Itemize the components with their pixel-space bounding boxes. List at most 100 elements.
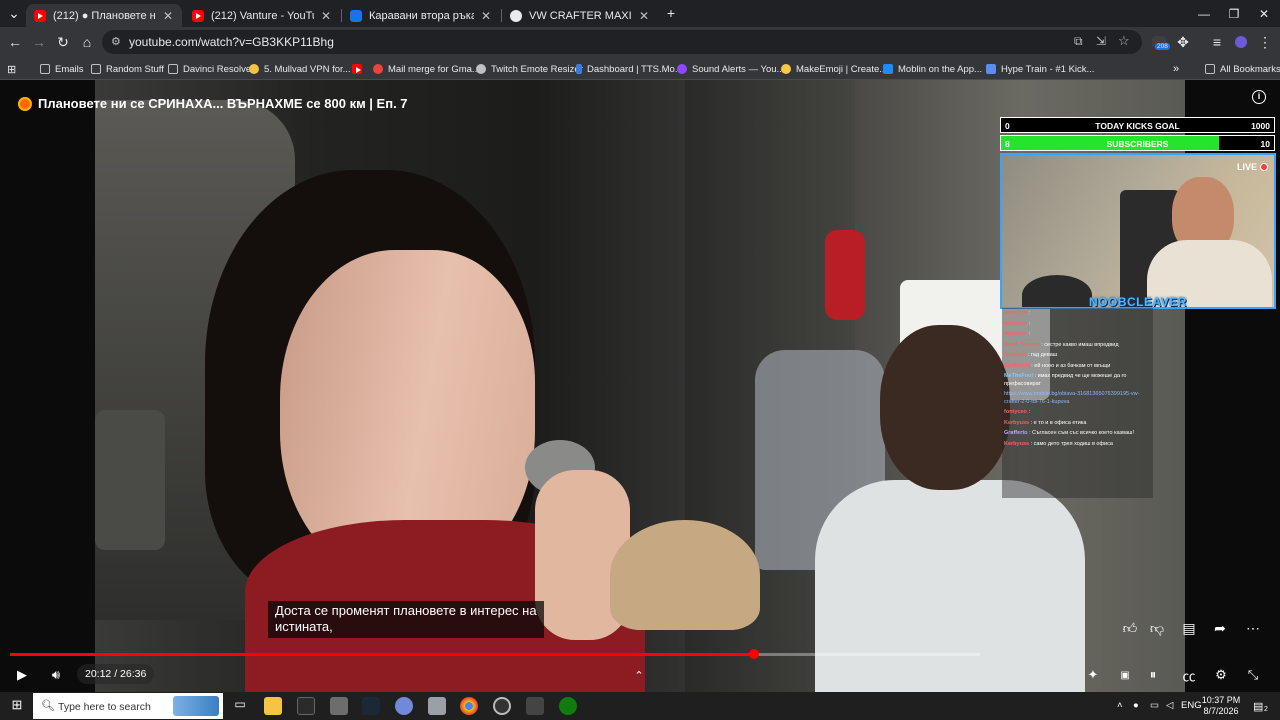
close-window-button[interactable]: ✕	[1247, 0, 1280, 27]
extensions-puzzle-icon[interactable]: ✥	[1172, 31, 1194, 53]
chat-message: fontyceo :	[1002, 407, 1153, 418]
bookmark-davinci[interactable]: Davinci Resolve	[168, 61, 251, 77]
play-button[interactable]: ▶	[12, 665, 32, 685]
forward-arrow-icon[interactable]: →	[28, 31, 50, 53]
notification-icon[interactable]: ▤	[1253, 700, 1263, 713]
bookmark-label: Sound Alerts — You...	[692, 63, 785, 75]
bookmark-moblin[interactable]: Moblin on the App...	[883, 61, 982, 77]
bookmark-tts-dashboard[interactable]: Dashboard | TTS.Mo...	[576, 61, 683, 77]
windows-start-icon[interactable]: ⊞	[8, 697, 26, 715]
video-title[interactable]: Плановете ни се СРИНАХА... ВЪРНАХМЕ се 8…	[20, 96, 408, 111]
dislike-icon[interactable]: 👎︎	[1147, 618, 1167, 638]
new-tab-button[interactable]: +	[660, 2, 682, 24]
bookmark-youtube[interactable]	[352, 61, 367, 77]
tab-caravans[interactable]: Каравани втора ръка и нови ✕	[342, 4, 500, 27]
apps-grid-icon[interactable]: ⊞	[7, 61, 16, 77]
back-arrow-icon[interactable]: ←	[4, 31, 26, 53]
progress-bar[interactable]	[10, 649, 980, 659]
chat-message: fontyceo :	[1002, 319, 1153, 330]
obs-icon[interactable]	[493, 697, 511, 715]
bookmark-star-icon[interactable]: ☆	[1118, 33, 1130, 49]
translate-icon[interactable]: ⧉	[1074, 34, 1083, 49]
url-text: youtube.com/watch?v=GB3KKP11Bhg	[129, 35, 334, 49]
passenger-head	[880, 325, 1010, 490]
tab-vw-crafter[interactable]: VW CRAFTER MAXI STEALTH C ✕	[502, 4, 658, 27]
tray-overflow-icon[interactable]: ˄	[1117, 700, 1123, 711]
discord-icon[interactable]	[395, 697, 413, 715]
taskbar-search[interactable]: 🔍︎ Type here to search	[33, 693, 223, 719]
chrome-icon[interactable]	[460, 697, 478, 715]
app-icon[interactable]	[526, 697, 544, 715]
clock[interactable]: 10:37 PM 8/7/2026	[1196, 695, 1246, 717]
app-icon[interactable]	[428, 697, 446, 715]
emoji-icon	[781, 64, 791, 74]
site-info-icon[interactable]: ⚙	[111, 35, 121, 48]
bookmark-label: Mail merge for Gma...	[388, 63, 480, 75]
volume-tray-icon[interactable]: ◁	[1166, 700, 1173, 711]
video-player[interactable]: Плановете ни се СРИНАХА... ВЪРНАХМЕ се 8…	[0, 80, 1280, 692]
caption-line: Доста се променят плановете в интерес на	[275, 603, 537, 618]
home-icon[interactable]: ⌂	[76, 31, 98, 53]
bookmark-label: Dashboard | TTS.Mo...	[587, 63, 683, 75]
file-explorer-icon[interactable]	[264, 697, 282, 715]
subtitles-icon[interactable]: ㏄	[1179, 665, 1199, 685]
chat-link: https://www.mobile.bg/obiava-31681365076…	[1004, 391, 1140, 405]
more-bookmarks-button[interactable]: »	[1173, 61, 1179, 77]
clock-time: 10:37 PM	[1201, 695, 1241, 705]
bookmark-random-stuff[interactable]: Random Stuff	[91, 61, 164, 77]
app-icon[interactable]	[330, 697, 348, 715]
chat-text: : сестре какво имаш впредвид	[1041, 341, 1119, 348]
chrome-menu-icon[interactable]: ⋮	[1254, 31, 1276, 53]
chevron-up-icon[interactable]: ⌃	[630, 665, 648, 685]
tab-close-icon[interactable]: ✕	[638, 9, 650, 23]
tab-close-icon[interactable]: ✕	[320, 9, 332, 23]
tab-close-icon[interactable]: ✕	[480, 9, 492, 23]
tab-vanture[interactable]: (212) Vanture - YouTube ✕	[184, 4, 340, 27]
miniplayer-icon[interactable]: ▣	[1115, 665, 1135, 685]
settings-gear-icon[interactable]: ⚙	[1211, 665, 1231, 685]
reload-icon[interactable]: ↻	[52, 31, 74, 53]
chat-user: fontyceo	[1004, 310, 1027, 316]
app-icon[interactable]	[297, 697, 315, 715]
bookmark-hype-train[interactable]: Hype Train - #1 Kick...	[986, 61, 1094, 77]
task-view-icon[interactable]: ▭	[231, 697, 249, 715]
tab-close-icon[interactable]: ✕	[162, 9, 174, 23]
install-app-icon[interactable]: ⇲	[1096, 34, 1106, 48]
scrubber-handle[interactable]	[748, 649, 759, 659]
pause-toggle-icon[interactable]: ⏸︎	[1143, 665, 1163, 685]
tab-search-icon[interactable]: ⌄	[3, 2, 25, 24]
comments-icon[interactable]: ▤	[1179, 618, 1199, 638]
share-icon[interactable]: ➦	[1210, 618, 1230, 638]
profile-avatar[interactable]	[1230, 31, 1252, 53]
exit-fullscreen-icon[interactable]: ⤡	[1243, 665, 1263, 685]
like-icon[interactable]: 👍︎	[1120, 618, 1140, 638]
info-icon[interactable]: i	[1252, 90, 1266, 104]
shield-icon	[986, 64, 996, 74]
more-actions-icon[interactable]: ⋯	[1243, 618, 1263, 638]
network-icon[interactable]: ▭	[1150, 700, 1159, 711]
reading-list-icon[interactable]: ≡	[1206, 31, 1228, 53]
live-label: LIVE	[1236, 162, 1257, 172]
microphone-icon[interactable]: ●	[1133, 700, 1139, 711]
ai-sparkle-icon[interactable]: ✦	[1083, 665, 1103, 685]
tab-plans-video[interactable]: (212) ● Плановете ни се ✕	[26, 4, 182, 27]
bookmark-sound-alerts[interactable]: Sound Alerts — You...	[677, 61, 784, 77]
xbox-icon[interactable]	[559, 697, 577, 715]
chat-text: : Съгласен съм със всичко което казваш!	[1029, 430, 1134, 436]
bookmark-mail-merge[interactable]: Mail merge for Gma...	[373, 61, 480, 77]
address-bar[interactable]: ⚙ youtube.com/watch?v=GB3KKP11Bhg ⧉ ⇲ ☆	[102, 30, 1142, 54]
bookmark-mullvad[interactable]: 5. Mullvad VPN for...	[249, 61, 351, 77]
extension-icon[interactable]: 208	[1148, 31, 1170, 53]
steam-icon[interactable]	[362, 697, 380, 715]
bookmark-emails[interactable]: Emails	[40, 61, 84, 77]
all-bookmarks-folder[interactable]: All Bookmarks	[1205, 61, 1280, 77]
chat-message: Kerbyuss : само дето трея ходиш в офиса	[1002, 439, 1153, 450]
bookmark-emote-resizer[interactable]: Twitch Emote Resizer	[476, 61, 583, 77]
volume-icon[interactable]: 🔊︎	[46, 665, 66, 685]
bookmark-label: Davinci Resolve	[183, 63, 252, 75]
bookmark-makeemoji[interactable]: MakeEmoji | Create...	[781, 61, 887, 77]
restore-button[interactable]: ❐	[1217, 0, 1251, 27]
chat-message: Dead_Tommy : сестре какво имаш впредвид	[1002, 340, 1153, 351]
minimize-button[interactable]: —	[1187, 0, 1221, 27]
youtube-icon	[34, 9, 46, 22]
